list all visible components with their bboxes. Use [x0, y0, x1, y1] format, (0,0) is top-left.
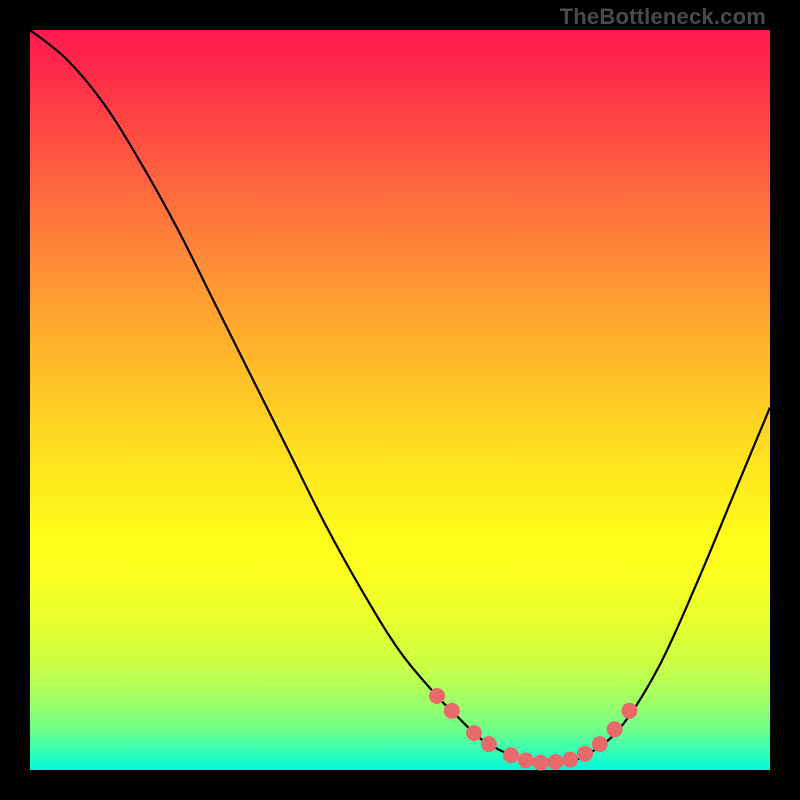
valley-marker-dot [547, 754, 563, 770]
bottleneck-curve [30, 30, 770, 763]
valley-marker-dot [592, 736, 608, 752]
chart-plot-area [30, 30, 770, 770]
valley-marker-dot [466, 725, 482, 741]
chart-svg [30, 30, 770, 770]
chart-frame: TheBottleneck.com [0, 0, 800, 800]
valley-marker-dot [503, 747, 519, 763]
valley-marker-dot [533, 755, 549, 771]
valley-marker-dot [621, 703, 637, 719]
valley-marker-dot [481, 736, 497, 752]
valley-marker-dot [444, 703, 460, 719]
valley-markers [429, 688, 637, 771]
watermark-text: TheBottleneck.com [560, 4, 766, 30]
valley-marker-dot [607, 721, 623, 737]
valley-marker-dot [429, 688, 445, 704]
valley-marker-dot [518, 752, 534, 768]
valley-marker-dot [562, 752, 578, 768]
valley-marker-dot [577, 746, 593, 762]
